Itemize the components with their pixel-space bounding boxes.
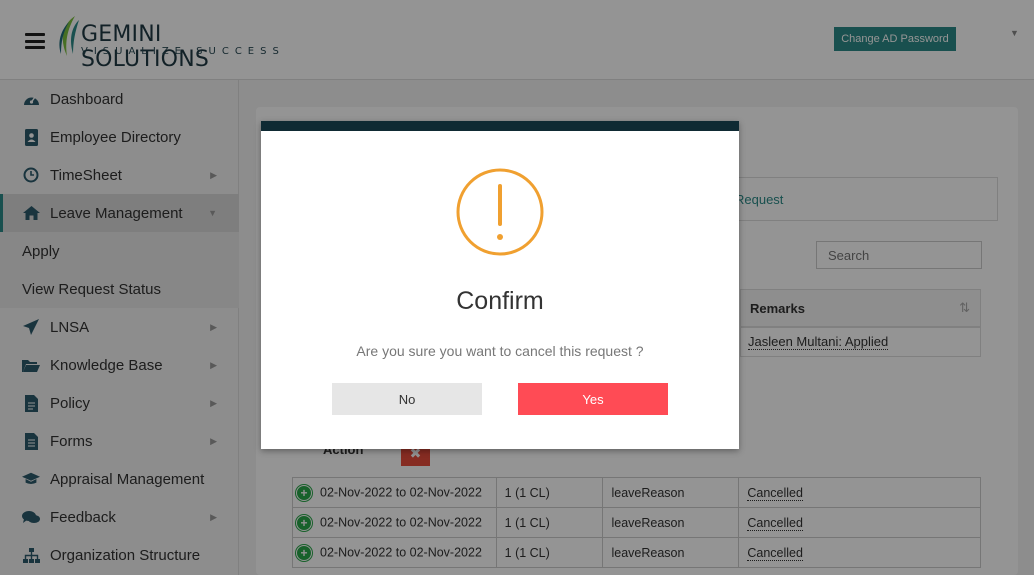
warning-icon bbox=[456, 168, 544, 256]
yes-button[interactable]: Yes bbox=[518, 383, 668, 415]
confirm-dialog: Confirm Are you sure you want to cancel … bbox=[261, 121, 739, 449]
no-button[interactable]: No bbox=[332, 383, 482, 415]
dialog-top-bar bbox=[261, 121, 739, 131]
dialog-title: Confirm bbox=[456, 287, 544, 315]
dialog-message: Are you sure you want to cancel this req… bbox=[356, 343, 644, 359]
